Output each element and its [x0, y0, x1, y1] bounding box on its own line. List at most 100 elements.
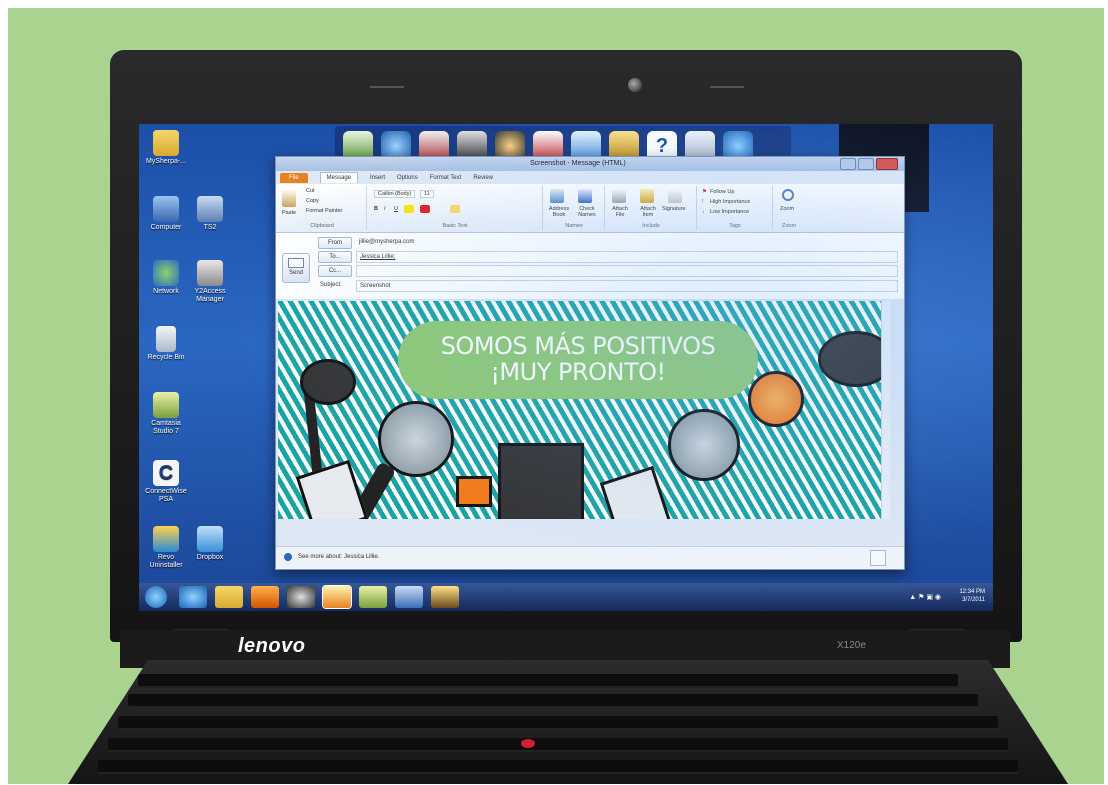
desktop-icon-recycle-bin[interactable]: Recycle Bin: [141, 326, 191, 362]
speaker-grille: [710, 86, 744, 88]
contact-photo-icon[interactable]: [870, 550, 886, 566]
font-select[interactable]: Calibri (Body): [374, 190, 416, 198]
window-title: Screenshot - Message (HTML): [530, 160, 626, 167]
ribbon: Paste Cut Copy Format Painter Clipboard …: [276, 184, 904, 233]
desktop-icon-network[interactable]: Network: [141, 260, 191, 296]
start-button[interactable]: [145, 586, 167, 608]
media-player-icon[interactable]: [251, 586, 279, 608]
cc-field[interactable]: [356, 265, 898, 277]
message-body[interactable]: SOMOS MÁS POSITIVOS ¡MUY PRONTO!: [278, 301, 890, 519]
italic-icon[interactable]: I: [384, 206, 386, 212]
tab-review[interactable]: Review: [473, 175, 493, 181]
window-icon[interactable]: [395, 586, 423, 608]
align-left-icon[interactable]: [450, 205, 460, 213]
people-pane-text[interactable]: See more about: Jessica Lillie.: [298, 554, 379, 560]
ie-icon[interactable]: [179, 586, 207, 608]
follow-up-button[interactable]: Follow Up: [710, 189, 734, 195]
paste-button[interactable]: Paste: [282, 210, 296, 216]
close-button[interactable]: [876, 158, 898, 170]
group-label: Basic Text: [442, 223, 468, 229]
desktop-icon-dropbox[interactable]: Dropbox: [185, 526, 235, 562]
signature-button[interactable]: Signature: [662, 206, 686, 212]
attach-file-button[interactable]: Attach File: [608, 206, 632, 218]
underline-icon[interactable]: U: [394, 206, 398, 212]
desktop-icon-y2access[interactable]: Y2Access Manager: [185, 260, 235, 304]
tab-format-text[interactable]: Format Text: [430, 175, 462, 181]
maximize-button[interactable]: [858, 158, 874, 170]
magnifier-icon[interactable]: [782, 189, 794, 201]
desktop-icon-revo[interactable]: Revo Uninstaller: [141, 526, 191, 570]
desktop-icon-camtasia[interactable]: Camtasia Studio 7: [141, 392, 191, 436]
send-button[interactable]: Send: [282, 253, 310, 283]
flag-icon[interactable]: ⚑: [702, 189, 707, 195]
address-book-icon[interactable]: [550, 189, 564, 203]
attach-item-icon[interactable]: [640, 189, 654, 203]
signature-icon[interactable]: [668, 189, 682, 203]
explorer-icon[interactable]: [215, 586, 243, 608]
tray-icons[interactable]: ▲ ⚑ ▣ ◉: [909, 593, 941, 601]
recorder-icon: [456, 476, 492, 507]
clock-date: 3/7/2011: [962, 597, 985, 603]
desktop-icon-label: Recycle Bin: [147, 354, 185, 361]
tab-message[interactable]: Message: [319, 172, 359, 183]
desktop-icon-label: TS2: [203, 224, 217, 231]
attach-item-button[interactable]: Attach Item: [636, 206, 660, 218]
trackpoint[interactable]: [521, 739, 535, 748]
desktop-icon-label: Revo Uninstaller: [149, 554, 183, 569]
check-names-icon[interactable]: [578, 189, 592, 203]
exclamation-icon[interactable]: !: [702, 199, 704, 205]
paperclip-icon[interactable]: [612, 189, 626, 203]
arrow-down-icon[interactable]: ↓: [702, 209, 705, 215]
vertical-scrollbar[interactable]: [881, 301, 890, 519]
font-color-icon[interactable]: [420, 205, 430, 213]
copy-button[interactable]: Copy: [306, 198, 319, 204]
desktop-icon-label: Y2Access Manager: [194, 288, 226, 303]
microphone-icon: [748, 371, 804, 427]
lenovo-logo: lenovo: [238, 635, 306, 657]
address-book-button[interactable]: Address Book: [546, 206, 572, 218]
tab-options[interactable]: Options: [397, 175, 418, 181]
speaker-grille: [370, 86, 404, 88]
subject-field[interactable]: Screenshot: [356, 280, 898, 292]
to-button[interactable]: To...: [318, 251, 352, 263]
names-group: Address Book Check Names Names: [544, 186, 605, 230]
tab-file[interactable]: File: [280, 172, 308, 183]
desktop-icon-ts2[interactable]: TS2: [185, 196, 235, 232]
keyboard: [98, 670, 1018, 780]
app-icon[interactable]: [431, 586, 459, 608]
cut-button[interactable]: Cut: [306, 188, 315, 194]
outlook-icon[interactable]: [323, 586, 351, 608]
revo-icon: [153, 526, 179, 552]
check-names-button[interactable]: Check Names: [574, 206, 600, 218]
camtasia-icon[interactable]: [359, 586, 387, 608]
desktop-icon-computer[interactable]: Computer: [141, 196, 191, 232]
recycle-bin-icon: [156, 326, 176, 352]
envelope-icon: [288, 258, 304, 268]
microphone-icon: [818, 331, 882, 387]
message-header: Send From jillie@mysherpa.com To... Jess…: [276, 233, 904, 299]
format-painter-button[interactable]: Format Painter: [306, 208, 342, 214]
paste-icon[interactable]: [282, 189, 296, 207]
font-size-select[interactable]: 11: [420, 190, 434, 198]
photo-background: MySherpa-... Computer TS2 Network Y2Acce…: [8, 8, 1104, 784]
desktop-icon-label: Dropbox: [196, 554, 224, 561]
highlight-icon[interactable]: [404, 205, 414, 213]
key-row: [98, 760, 1018, 774]
bold-icon[interactable]: B: [374, 206, 378, 212]
zoom-button[interactable]: Zoom: [780, 206, 794, 212]
group-label: Zoom: [781, 223, 797, 229]
from-button[interactable]: From: [318, 237, 352, 249]
high-importance-button[interactable]: High Importance: [710, 199, 750, 205]
system-clock[interactable]: 12:34 PM 3/7/2011: [959, 588, 985, 604]
app-icon[interactable]: [287, 586, 315, 608]
to-field[interactable]: Jessica Lillie;: [356, 251, 898, 263]
desktop-icon-mysherpa[interactable]: MySherpa-...: [141, 130, 191, 166]
desktop-icon-connectwise[interactable]: C ConnectWise PSA: [141, 460, 191, 504]
low-importance-button[interactable]: Low Importance: [710, 209, 749, 215]
tab-insert[interactable]: Insert: [370, 175, 385, 181]
banner-line2: ¡MUY PRONTO!: [490, 358, 666, 386]
model-label: X120e: [837, 640, 866, 651]
cc-button[interactable]: Cc...: [318, 265, 352, 277]
minimize-button[interactable]: [840, 158, 856, 170]
send-label: Send: [288, 270, 303, 276]
